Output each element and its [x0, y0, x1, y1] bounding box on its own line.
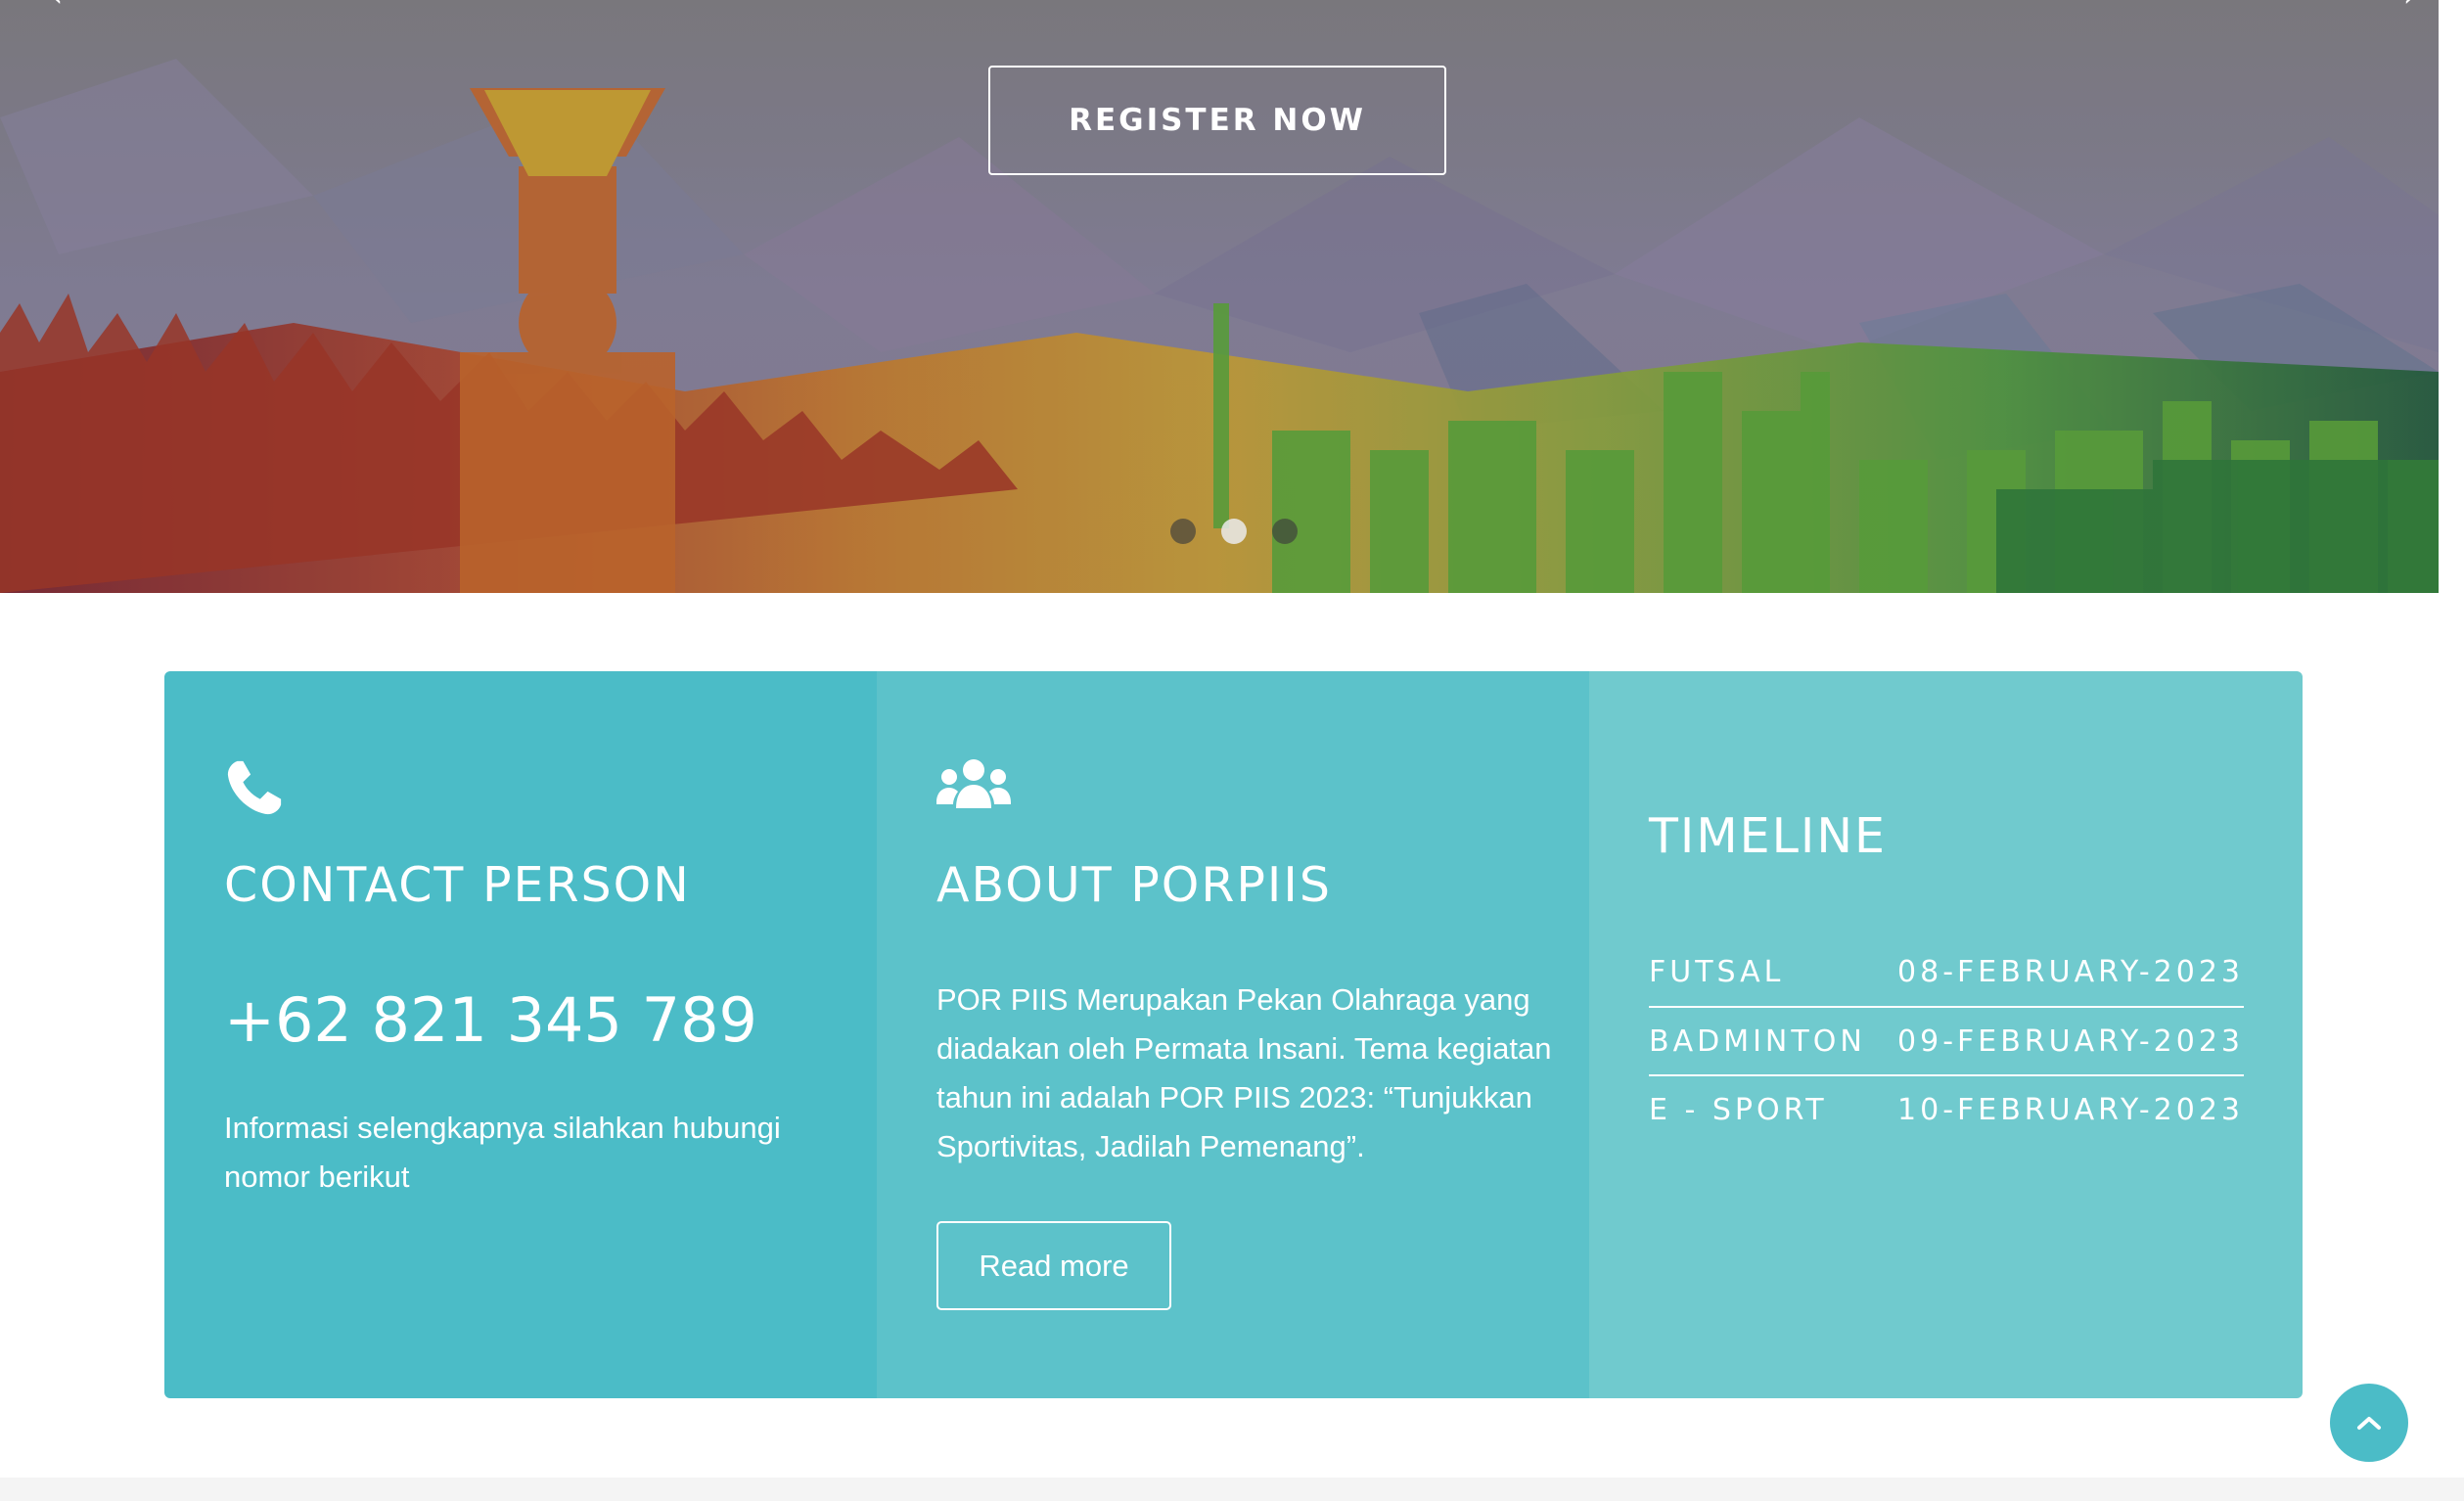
read-more-button[interactable]: Read more	[936, 1221, 1171, 1310]
timeline-event: E - SPORT	[1649, 1092, 1828, 1127]
contact-title: CONTACT PERSON	[224, 857, 691, 913]
slider-next-arrow[interactable]: ›	[2403, 0, 2415, 12]
about-description: POR PIIS Merupakan Pekan Olahraga yang d…	[936, 982, 1552, 1163]
slider-dot-2[interactable]	[1221, 519, 1247, 544]
timeline-panel: TIMELINE FUTSAL 08-FEBRUARY-2023 BADMINT…	[1589, 671, 2303, 1398]
timeline-date: 10-FEBRUARY-2023	[1897, 1092, 2244, 1127]
contact-description: Informasi selengkapnya silahkan hubungi …	[224, 1111, 781, 1194]
phone-icon	[224, 757, 285, 823]
info-panels: CONTACT PERSON +62 821 345 789 Informasi…	[164, 671, 2303, 1398]
timeline-event: BADMINTON	[1649, 1023, 1866, 1059]
footer-strip	[0, 1478, 2464, 1501]
timeline-item: BADMINTON 09-FEBRUARY-2023	[1649, 1006, 2244, 1074]
about-title: ABOUT PORPIIS	[936, 857, 1332, 913]
timeline-event: FUTSAL	[1649, 954, 1785, 989]
timeline-date: 08-FEBRUARY-2023	[1897, 954, 2244, 989]
back-to-top-button[interactable]	[2330, 1384, 2408, 1462]
slider-dot-3[interactable]	[1272, 519, 1298, 544]
slider-pagination	[1170, 519, 1298, 544]
slider-prev-arrow[interactable]: ‹	[51, 0, 63, 12]
contact-panel: CONTACT PERSON +62 821 345 789 Informasi…	[164, 671, 877, 1398]
timeline-item: E - SPORT 10-FEBRUARY-2023	[1649, 1074, 2244, 1143]
page: ‹ › REGISTER NOW CONTACT PERSON +62 821 …	[0, 0, 2464, 1501]
about-panel: ABOUT PORPIIS POR PIIS Merupakan Pekan O…	[877, 671, 1589, 1398]
contact-phone-number[interactable]: +62 821 345 789	[224, 984, 757, 1056]
timeline-title: TIMELINE	[1649, 808, 1887, 864]
hero-slider: ‹ › REGISTER NOW	[0, 0, 2439, 593]
timeline-date: 09-FEBRUARY-2023	[1897, 1023, 2244, 1059]
register-now-button[interactable]: REGISTER NOW	[988, 66, 1446, 175]
users-icon	[936, 757, 1011, 815]
slider-dot-1[interactable]	[1170, 519, 1196, 544]
timeline-item: FUTSAL 08-FEBRUARY-2023	[1649, 937, 2244, 1006]
chevron-up-icon	[2357, 1417, 2381, 1430]
timeline-list: FUTSAL 08-FEBRUARY-2023 BADMINTON 09-FEB…	[1649, 937, 2244, 1143]
